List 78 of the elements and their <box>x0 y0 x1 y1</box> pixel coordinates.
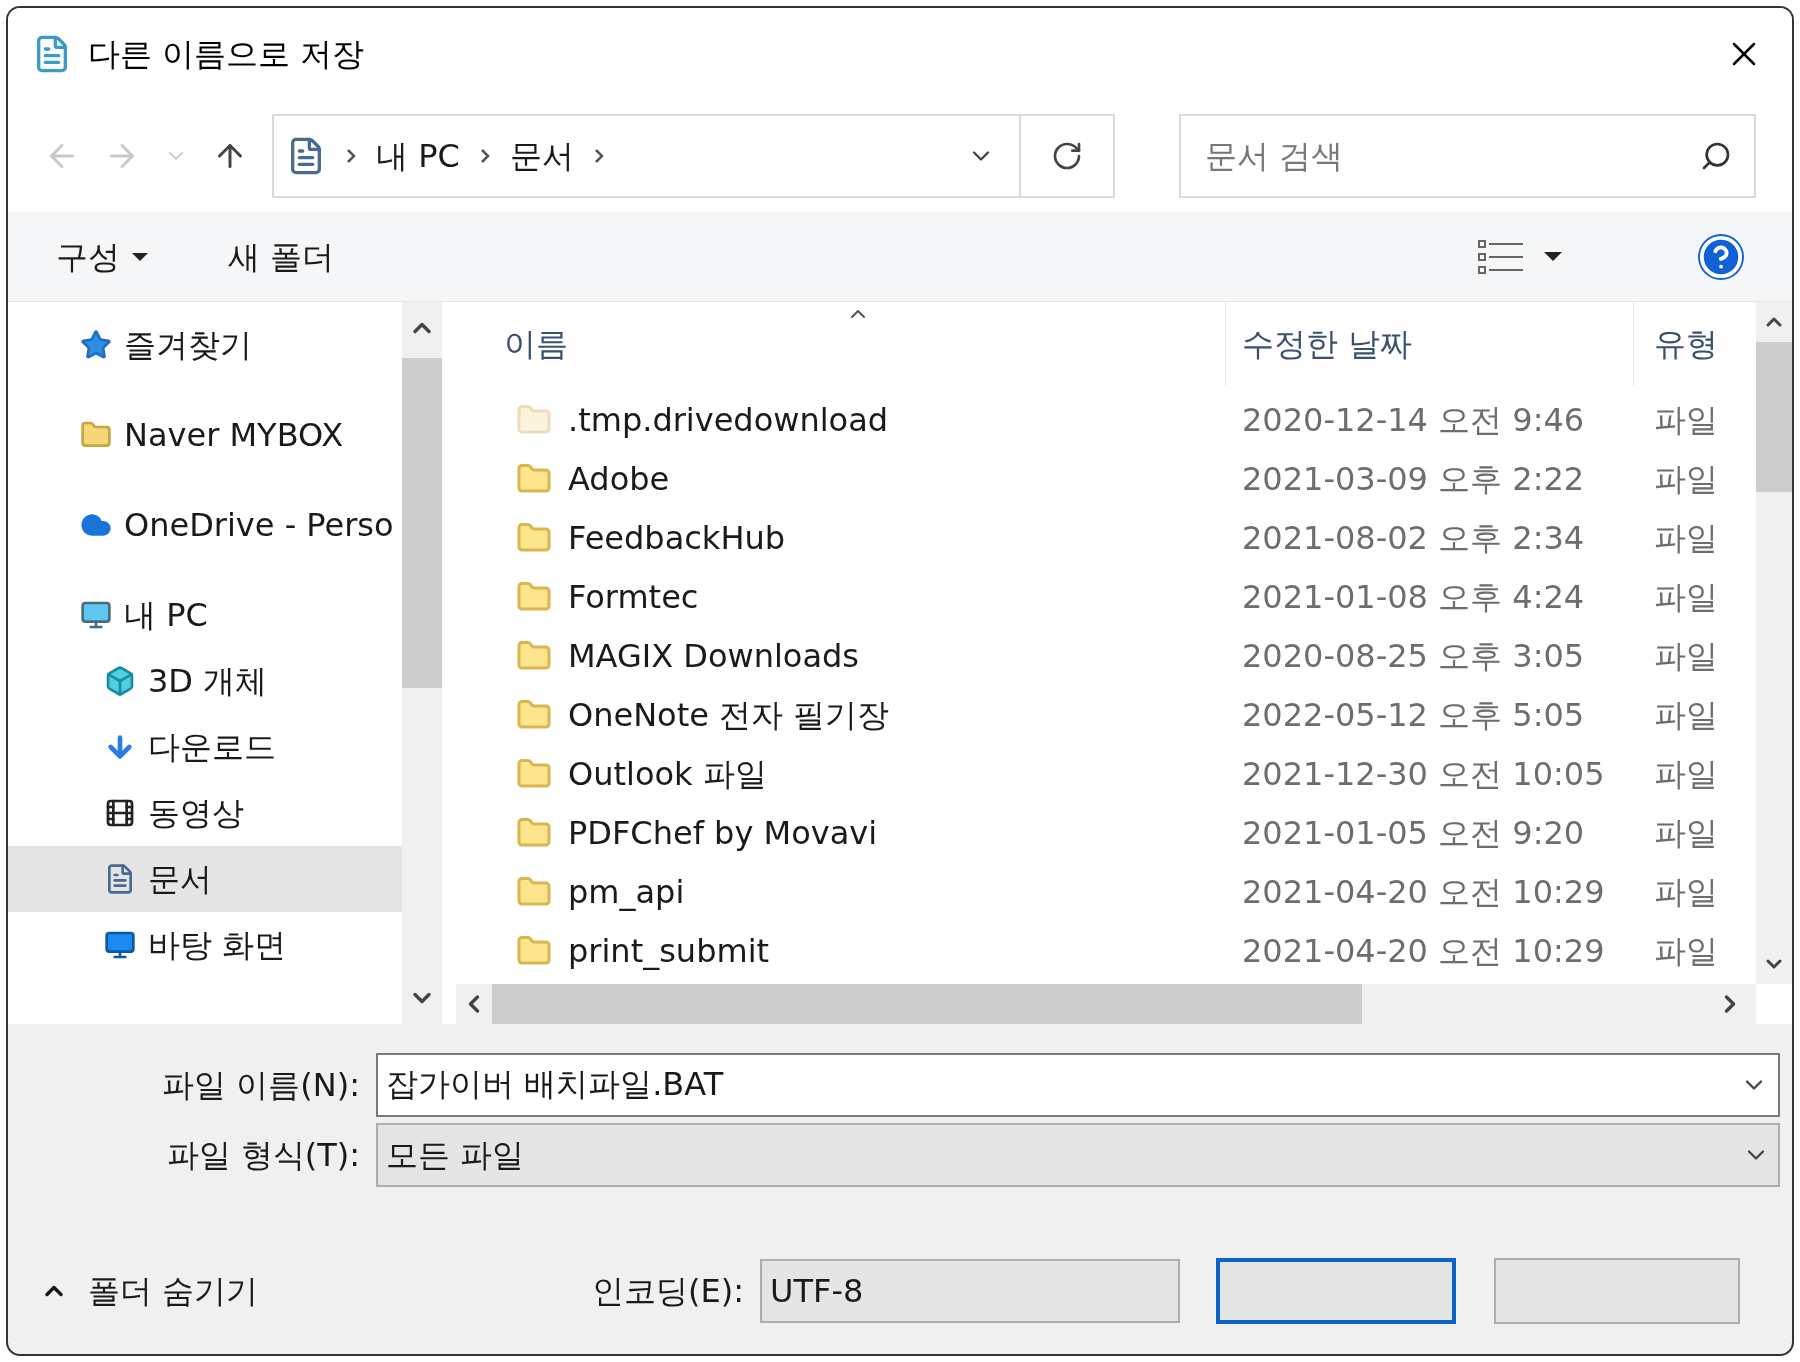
refresh-icon <box>1051 140 1083 172</box>
file-name[interactable]: print_submit <box>568 926 770 975</box>
file-name[interactable]: .tmp.drivedownload <box>568 395 889 444</box>
file-type: 파일 <box>1653 812 1718 854</box>
file-type-dropdown[interactable]: 모든 파일 <box>376 1123 1780 1187</box>
help-button[interactable] <box>1698 233 1744 280</box>
cube-icon <box>104 665 136 697</box>
file-type: 파일 <box>1653 871 1718 913</box>
file-type: 파일 <box>1653 753 1718 795</box>
monitor-icon <box>80 599 112 631</box>
file-type-label: 파일 형식(T): <box>165 1135 360 1176</box>
file-type: 파일 <box>1653 458 1718 500</box>
modified-date: 2021-03-09 오후 2:22 <box>1241 458 1586 500</box>
column-header[interactable]: 이름 <box>504 320 568 368</box>
list-view-icon <box>1478 238 1524 275</box>
file-type: 파일 <box>1653 930 1718 972</box>
modified-date: 2021-12-30 오전 10:05 <box>1241 753 1606 795</box>
file-type: 파일 <box>1653 399 1718 441</box>
sidebar-item[interactable]: Naver MYBOX <box>8 402 402 468</box>
sidebar-item[interactable]: 바탕 화면 <box>8 912 402 978</box>
file-name[interactable]: pm_api <box>568 867 685 916</box>
modified-date: 2021-01-08 오후 4:24 <box>1241 576 1586 618</box>
sidebar-item[interactable]: 다운로드 <box>8 714 402 780</box>
new-folder-button[interactable]: 새 폴더 <box>228 232 335 281</box>
scroll-thumb[interactable] <box>402 358 442 688</box>
column-header[interactable]: 유형 <box>1654 320 1718 368</box>
sidebar-item[interactable]: 동영상 <box>8 780 402 846</box>
chevron-icon <box>593 148 604 164</box>
file-type: 파일 <box>1653 694 1718 736</box>
file-type: 파일 <box>1653 635 1718 677</box>
sidebar-item[interactable]: 내 PC <box>8 582 402 648</box>
address-bar[interactable]: 내 PC 문서 <box>272 114 1115 198</box>
file-name[interactable]: FeedbackHub <box>568 513 786 562</box>
modified-date: 2020-08-25 오후 3:05 <box>1241 635 1586 677</box>
caret-icon <box>1544 252 1562 261</box>
modified-date: 2022-05-12 오후 5:05 <box>1241 694 1586 736</box>
dialog-button[interactable] <box>1216 1258 1456 1324</box>
modified-date: 2021-08-02 오후 2:34 <box>1241 517 1586 559</box>
file-name-field[interactable]: 잡가이버 배치파일.BAT <box>376 1053 1780 1117</box>
file-name[interactable]: Outlook 파일 <box>568 749 767 798</box>
search-field[interactable]: 문서 검색 <box>1179 114 1756 198</box>
modified-date: 2021-04-20 오전 10:29 <box>1241 930 1606 972</box>
file-name[interactable]: Adobe <box>568 454 670 503</box>
sidebar-item[interactable]: 3D 개체 <box>8 648 402 714</box>
sidebar-item[interactable]: 문서 <box>8 846 402 912</box>
file-name-label: 파일 이름(N): <box>161 1065 360 1106</box>
file-type: 파일 <box>1653 576 1718 618</box>
file-name[interactable]: MAGIX Downloads <box>568 631 859 680</box>
scrollbar[interactable] <box>1756 302 1792 984</box>
file-type: 파일 <box>1653 517 1718 559</box>
scrollbar[interactable] <box>402 302 442 1024</box>
scroll-thumb[interactable] <box>1756 342 1792 492</box>
desktop-icon <box>104 929 136 961</box>
sidebar-item[interactable]: OneDrive - Perso <box>8 492 402 558</box>
chevron-icon <box>346 148 356 164</box>
breadcrumb[interactable]: 문서 <box>509 132 574 180</box>
sidebar-item[interactable]: 즐겨찾기 <box>8 312 402 378</box>
view-options-button[interactable] <box>1478 238 1562 275</box>
film-icon <box>104 797 136 829</box>
hide-folders-button[interactable]: 폴더 숨기기 <box>20 1267 259 1315</box>
modified-date: 2020-12-14 오전 9:46 <box>1241 399 1586 441</box>
encoding-label: 인코딩(E): <box>592 1271 744 1312</box>
file-name[interactable]: Formtec <box>568 572 699 621</box>
column-header[interactable]: 수정한 날짜 <box>1242 320 1413 368</box>
file-name[interactable]: OneNote 전자 필기장 <box>568 690 890 739</box>
star-icon <box>80 329 112 361</box>
breadcrumb[interactable]: 내 PC <box>376 132 460 180</box>
caret-icon <box>132 252 148 261</box>
organize-menu[interactable]: 구성 <box>56 232 148 281</box>
window-title: 다른 이름으로 저장 <box>88 34 365 75</box>
file-name[interactable]: PDFChef by Movavi <box>568 808 878 857</box>
modified-date: 2021-01-05 오전 9:20 <box>1241 812 1586 854</box>
modified-date: 2021-04-20 오전 10:29 <box>1241 871 1606 913</box>
chevron-icon <box>479 148 490 164</box>
encoding-dropdown[interactable]: UTF-8 <box>760 1259 1180 1323</box>
search-icon <box>1700 140 1732 172</box>
scroll-thumb[interactable] <box>492 984 1362 1024</box>
horizontal-scrollbar[interactable] <box>456 984 1756 1024</box>
